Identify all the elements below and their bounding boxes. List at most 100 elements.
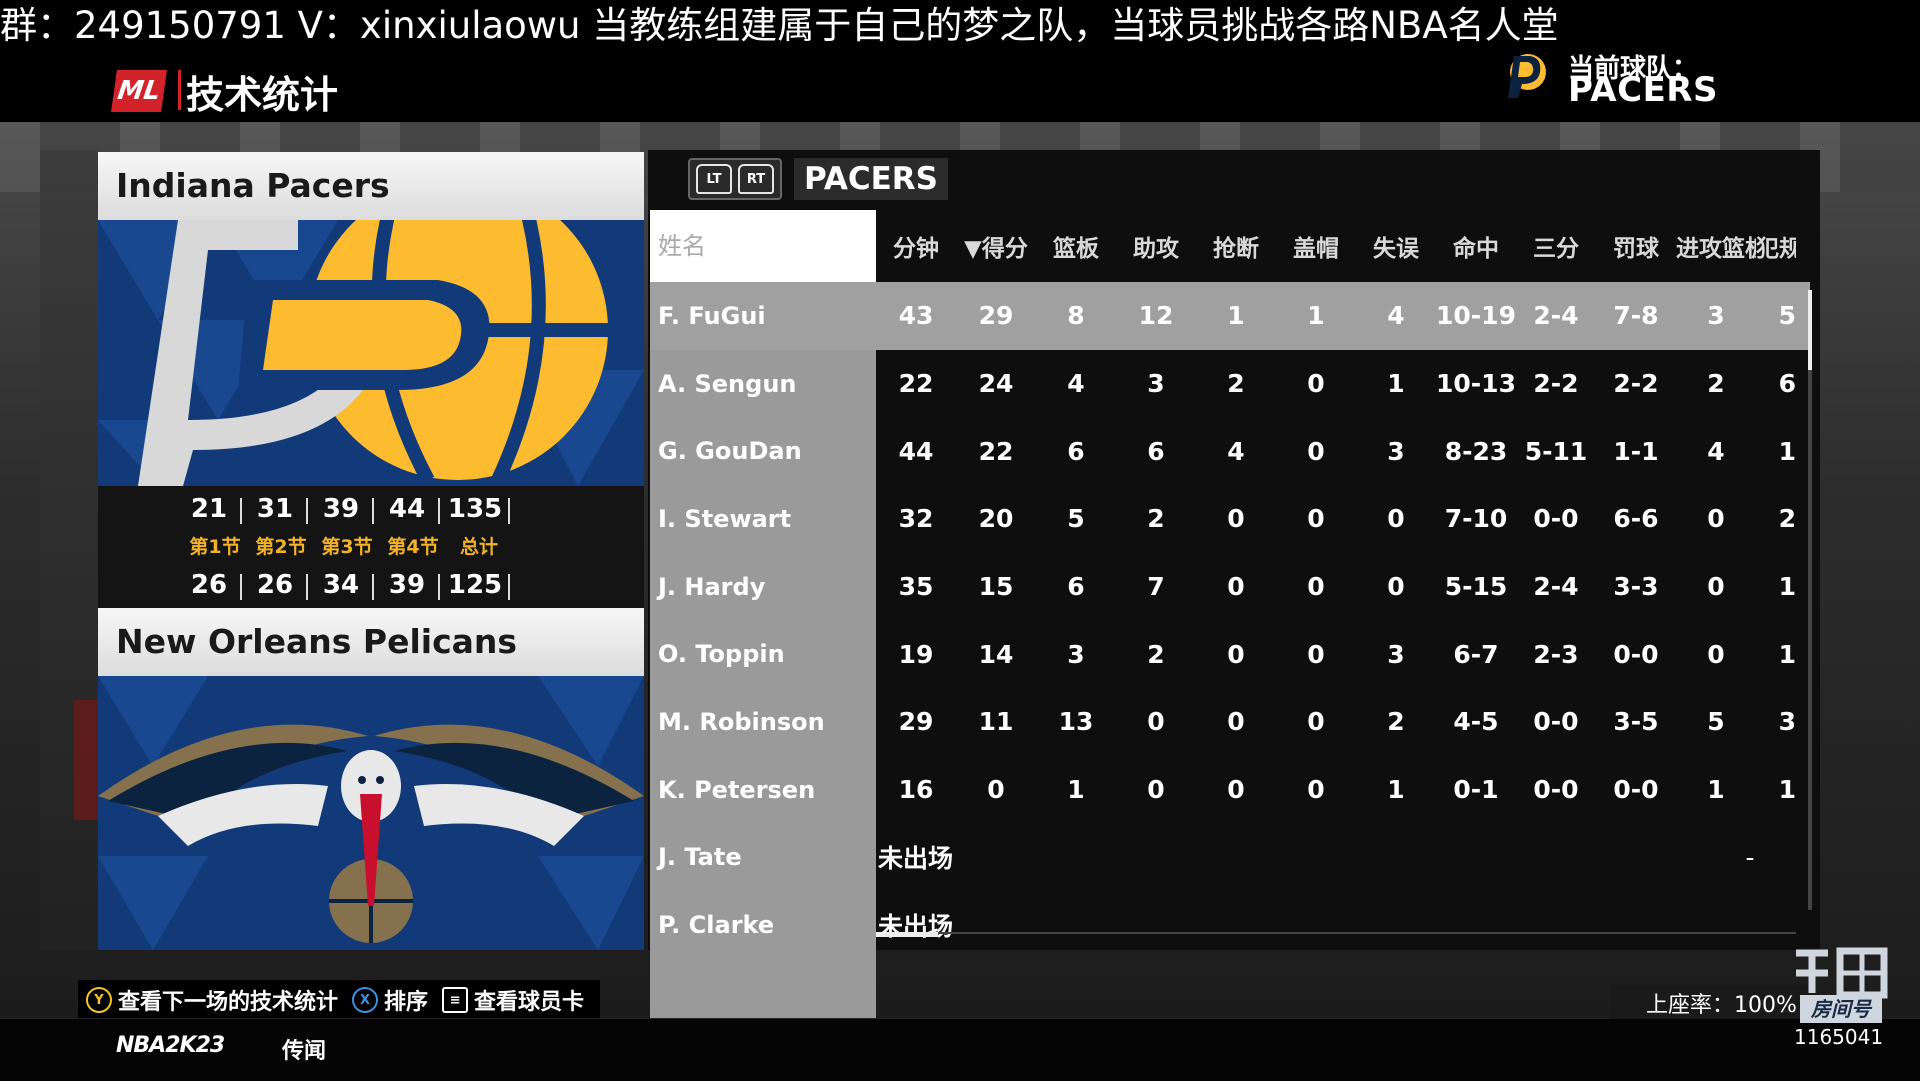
stat-cell: 1 [1778,639,1796,669]
stat-cell: 1-1 [1613,436,1659,466]
stat-cells: 22 24 4 3 2 0 1 10-13 2-2 2-2 2 6 [876,369,1796,398]
stat-cell: 5 [1707,707,1725,737]
stat-cell: 2-4 [1533,572,1579,602]
table-row[interactable]: M. Robinson 29 11 13 0 0 0 2 4-5 0-0 3-5 5 3 [650,688,1810,756]
stat-cell: 3 [1147,369,1165,399]
col-rebounds[interactable]: 篮板 [1036,229,1116,263]
home-q4: 44 [374,494,440,524]
stat-cell: 3 [1387,639,1405,669]
away-q4: 39 [374,570,440,600]
vertical-scrollbar[interactable] [1808,290,1812,910]
stat-cell: 12 [1138,301,1174,331]
rt-button[interactable]: RT [738,164,774,194]
stat-cell: 0 [1707,504,1725,534]
current-team-name: PACERS [1568,70,1718,110]
title-divider [178,70,181,110]
name-column-header[interactable]: 姓名 [650,210,876,282]
stat-cell: 10-13 [1436,369,1516,399]
stat-cell: 0 [1227,572,1245,602]
horizontal-scrollbar[interactable] [876,932,1796,937]
did-not-play-label: 未出场 [878,912,954,942]
stat-cell: 1 [1387,369,1405,399]
player-name: F. FuGui [658,301,766,330]
table-row[interactable]: I. Stewart 32 20 5 2 0 0 0 7-10 0-0 6-6 0 2 [650,485,1810,553]
table-row[interactable]: G. GouDan 44 22 6 6 4 0 3 8-23 5-11 1-1 4 1 [650,417,1810,485]
table-row[interactable]: O. Toppin 19 14 3 2 0 0 3 6-7 2-3 0-0 0 1 [650,620,1810,688]
stat-cell: 43 [898,301,934,331]
stat-cell: 2 [1227,369,1245,399]
menu-button-icon: ≡ [442,987,469,1013]
ml-logo: ML [111,70,167,112]
stat-cell: 1 [1307,301,1325,331]
vertical-scroll-thumb[interactable] [1808,290,1812,370]
horizontal-scroll-thumb[interactable] [876,932,938,937]
stat-cell: 11 [978,707,1014,737]
stat-cell: 8 [1067,301,1085,331]
col-fouls[interactable]: 犯规 [1756,229,1796,263]
stat-cell: 0 [1307,436,1325,466]
stat-cell: 2 [1707,369,1725,399]
player-name: G. GouDan [658,437,802,466]
stat-cell: 44 [898,436,934,466]
stat-cell: 3-3 [1613,572,1659,602]
stat-cell: 35 [898,572,934,602]
col-blocks[interactable]: 盖帽 [1276,229,1356,263]
table-row[interactable]: P. Clarke 未出场 [650,891,1810,959]
player-name: P. Clarke [658,911,775,940]
stat-cell: 0 [1147,775,1165,805]
page-title: 技术统计 [186,73,339,117]
col-minutes[interactable]: 分钟 [876,229,956,263]
douyu-logo-icon [1796,947,1888,999]
away-q2: 26 [242,570,308,600]
background-accent [74,700,98,820]
col-fg[interactable]: 命中 [1436,229,1516,263]
col-off-rebounds[interactable]: 进攻篮板 [1676,229,1756,263]
col-steals[interactable]: 抢断 [1196,229,1276,263]
pacers-logo-art [98,220,644,486]
table-row[interactable]: F. FuGui 43 29 8 12 1 1 4 10-19 2-4 7-8 3 5 [650,282,1810,350]
box-score-panel: LT RT PACERS 姓名 分钟 ▼得分 篮板 助攻 抢断 盖帽 失误 命中… [648,150,1820,1072]
stats-header-row: 分钟 ▼得分 篮板 助攻 抢断 盖帽 失误 命中 三分 罚球 进攻篮板 犯规 [876,210,1796,282]
table-row[interactable]: A. Sengun 22 24 4 3 2 0 1 10-13 2-2 2-2 2 6 [650,350,1810,418]
stat-cell: 6-6 [1613,504,1659,534]
lt-button[interactable]: LT [696,164,732,194]
background-menu-strip [40,150,98,950]
col-3pt[interactable]: 三分 [1516,229,1596,263]
col-ft[interactable]: 罚球 [1596,229,1676,263]
stat-cell: 22 [978,436,1014,466]
stat-cell: 4 [1067,369,1085,399]
col-points[interactable]: ▼得分 [956,229,1036,263]
stat-cell: 0 [1307,775,1325,805]
table-row[interactable]: J. Tate未出场--- [650,824,1810,892]
y-button-icon: Y [86,987,112,1013]
hint-next-game[interactable]: 查看下一场的技术统计 [118,984,338,1016]
stat-cell: 13 [1058,707,1094,737]
stat-cell: 1 [1227,301,1245,331]
stat-cell: 16 [898,775,934,805]
stat-cell: 2-2 [1533,369,1579,399]
stat-cell: 1 [1067,775,1085,805]
stat-cell: 0 [1147,707,1165,737]
col-assists[interactable]: 助攻 [1116,229,1196,263]
stat-cell: 0 [1387,504,1405,534]
col-turnovers[interactable]: 失误 [1356,229,1436,263]
table-row[interactable]: J. Hardy 35 15 6 7 0 0 0 5-15 2-4 3-3 0 1 [650,553,1810,621]
stat-cell: 0 [1227,775,1245,805]
hint-sort[interactable]: 排序 [384,984,428,1016]
stat-cell: 6 [1067,436,1085,466]
stat-cell: 0 [1227,707,1245,737]
rumor-menu[interactable]: 传闻 [282,1033,326,1065]
did-not-play-label: 未出场 [878,844,954,874]
pelicans-team-art-icon [98,676,644,950]
stat-cell: 0-0 [1613,775,1659,805]
stat-cell: 0-0 [1533,707,1579,737]
stat-cell: 24 [978,369,1014,399]
stat-cell: 7-8 [1613,301,1659,331]
hint-player-card[interactable]: 查看球员卡 [474,984,584,1016]
stat-cell: 0-1 [1453,775,1499,805]
quarter-label-4: 第4节 [387,536,439,558]
table-row[interactable]: K. Petersen 16 0 1 0 0 0 1 0-1 0-0 0-0 1 1 [650,756,1810,824]
tab-pacers[interactable]: PACERS [794,158,948,200]
team-tab-bar: LT RT PACERS [688,158,948,200]
stat-cell: 2-2 [1613,369,1659,399]
